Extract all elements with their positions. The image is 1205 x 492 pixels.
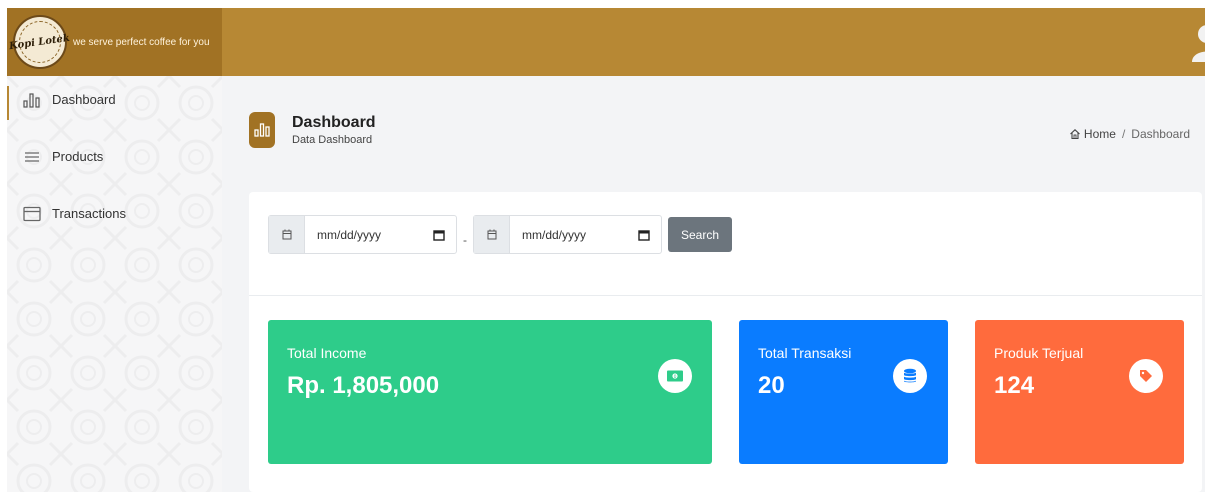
sidebar-item-products[interactable]: Products — [7, 133, 222, 190]
date-picker-icon[interactable] — [638, 229, 650, 241]
home-icon — [1070, 129, 1080, 140]
dashboard-card: mm/dd/yyyy - mm/dd/yyyy Search Total Inc… — [249, 192, 1202, 492]
stat-label: Total Income — [287, 345, 367, 361]
top-header: Kopi Lotek we serve perfect coffee for y… — [7, 8, 1205, 76]
breadcrumb-current: Dashboard — [1131, 127, 1190, 141]
end-date-input[interactable]: mm/dd/yyyy — [510, 216, 661, 253]
sidebar-item-label: Transactions — [52, 206, 126, 221]
card-divider — [249, 295, 1202, 296]
user-avatar-icon[interactable] — [1189, 22, 1205, 62]
breadcrumb-home-link[interactable]: Home — [1084, 127, 1116, 141]
stat-value: Rp. 1,805,000 — [287, 372, 440, 399]
sidebar-nav: Dashboard Products Transactions — [7, 76, 222, 247]
calendar-icon — [474, 216, 510, 253]
dashboard-chart-icon — [249, 112, 275, 148]
stat-label: Produk Terjual — [994, 345, 1084, 361]
date-filter: mm/dd/yyyy - mm/dd/yyyy Search — [268, 215, 732, 254]
calendar-icon — [269, 216, 305, 253]
svg-text:0: 0 — [674, 374, 677, 380]
end-date-placeholder: mm/dd/yyyy — [522, 227, 587, 242]
date-separator: - — [463, 232, 467, 247]
sidebar-item-transactions[interactable]: Transactions — [7, 190, 222, 247]
money-icon: 0 — [658, 359, 692, 393]
window-icon — [21, 206, 43, 222]
logo: Kopi Lotek — [9, 15, 71, 69]
start-date-group: mm/dd/yyyy — [268, 215, 457, 254]
main-content: Dashboard Data Dashboard Home / Dashboar… — [222, 76, 1205, 492]
page-subtitle: Data Dashboard — [292, 134, 373, 146]
brand-tagline: we serve perfect coffee for you — [73, 36, 210, 48]
tag-icon — [1129, 359, 1163, 393]
sidebar-item-label: Products — [52, 149, 104, 164]
bar-chart-icon — [21, 92, 43, 108]
menu-lines-icon — [21, 149, 43, 165]
start-date-placeholder: mm/dd/yyyy — [317, 227, 382, 242]
date-picker-icon[interactable] — [433, 229, 445, 241]
stat-card-produk-terjual: Produk Terjual 124 — [975, 320, 1184, 464]
stat-value: 20 — [758, 372, 785, 399]
page-title: Dashboard — [292, 114, 376, 131]
stat-card-total-transaksi: Total Transaksi 20 — [739, 320, 948, 464]
stat-label: Total Transaksi — [758, 345, 852, 361]
sidebar-item-label: Dashboard — [52, 92, 116, 107]
end-date-group: mm/dd/yyyy — [473, 215, 662, 254]
stat-value: 124 — [994, 372, 1035, 399]
sidebar-item-dashboard[interactable]: Dashboard — [7, 76, 222, 133]
sidebar: Dashboard Products Transactions — [7, 76, 222, 492]
page-header: Dashboard Data Dashboard — [249, 112, 376, 148]
start-date-input[interactable]: mm/dd/yyyy — [305, 216, 456, 253]
stat-card-total-income: Total Income Rp. 1,805,000 0 — [268, 320, 712, 464]
brand[interactable]: Kopi Lotek we serve perfect coffee for y… — [7, 8, 222, 76]
breadcrumb-separator: / — [1121, 127, 1126, 141]
search-button[interactable]: Search — [668, 217, 732, 252]
logo-text: Kopi Lotek — [9, 32, 71, 52]
database-icon — [893, 359, 927, 393]
app-window: Kopi Lotek we serve perfect coffee for y… — [7, 8, 1205, 492]
breadcrumb: Home / Dashboard — [1069, 127, 1190, 141]
